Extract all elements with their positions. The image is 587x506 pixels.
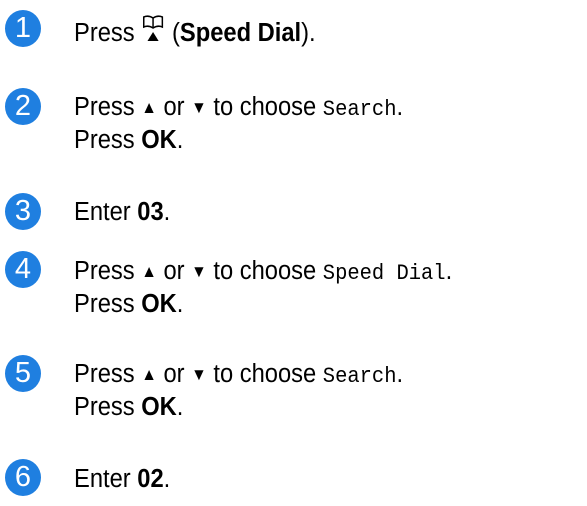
speed-dial-key: Speed Dial xyxy=(179,19,302,47)
down-arrow-icon: ▼ xyxy=(191,262,207,281)
step-number-badge: 4 xyxy=(5,251,41,288)
step-number-badge: 2 xyxy=(5,88,41,125)
step-text-line-2: Press OK. xyxy=(74,126,184,154)
menu-option: Speed Dial xyxy=(322,261,446,286)
step-number-badge: 3 xyxy=(5,193,41,230)
ok-key: OK xyxy=(141,126,177,154)
entered-value: 03 xyxy=(137,198,164,226)
speed-dial-book-icon xyxy=(143,15,164,41)
step-text: Enter 03. xyxy=(74,198,171,226)
up-arrow-icon: ▲ xyxy=(141,365,157,384)
ok-key: OK xyxy=(141,290,177,318)
step-text: Press ▲ or ▼ to choose Search. xyxy=(74,360,404,389)
step-text: Press ▲ or ▼ to choose Search. xyxy=(74,93,404,122)
step-number-badge: 1 xyxy=(5,10,41,47)
step-number-badge: 5 xyxy=(5,355,41,392)
step-number-badge: 6 xyxy=(5,459,41,496)
press-text: Press xyxy=(74,19,135,47)
entered-value: 02 xyxy=(137,465,164,493)
ok-key: OK xyxy=(141,393,177,421)
up-arrow-icon: ▲ xyxy=(141,98,157,117)
step-text-line-2: Press OK. xyxy=(74,290,184,318)
step-text-line-2: Press OK. xyxy=(74,393,184,421)
up-arrow-icon: ▲ xyxy=(141,262,157,281)
down-arrow-icon: ▼ xyxy=(191,365,207,384)
down-arrow-icon: ▼ xyxy=(191,98,207,117)
menu-option: Search xyxy=(322,364,397,389)
step-text: Press (Speed Dial). xyxy=(74,13,316,48)
step-text: Enter 02. xyxy=(74,465,171,493)
menu-option: Search xyxy=(322,97,397,122)
step-text: Press ▲ or ▼ to choose Speed Dial. xyxy=(74,257,453,286)
